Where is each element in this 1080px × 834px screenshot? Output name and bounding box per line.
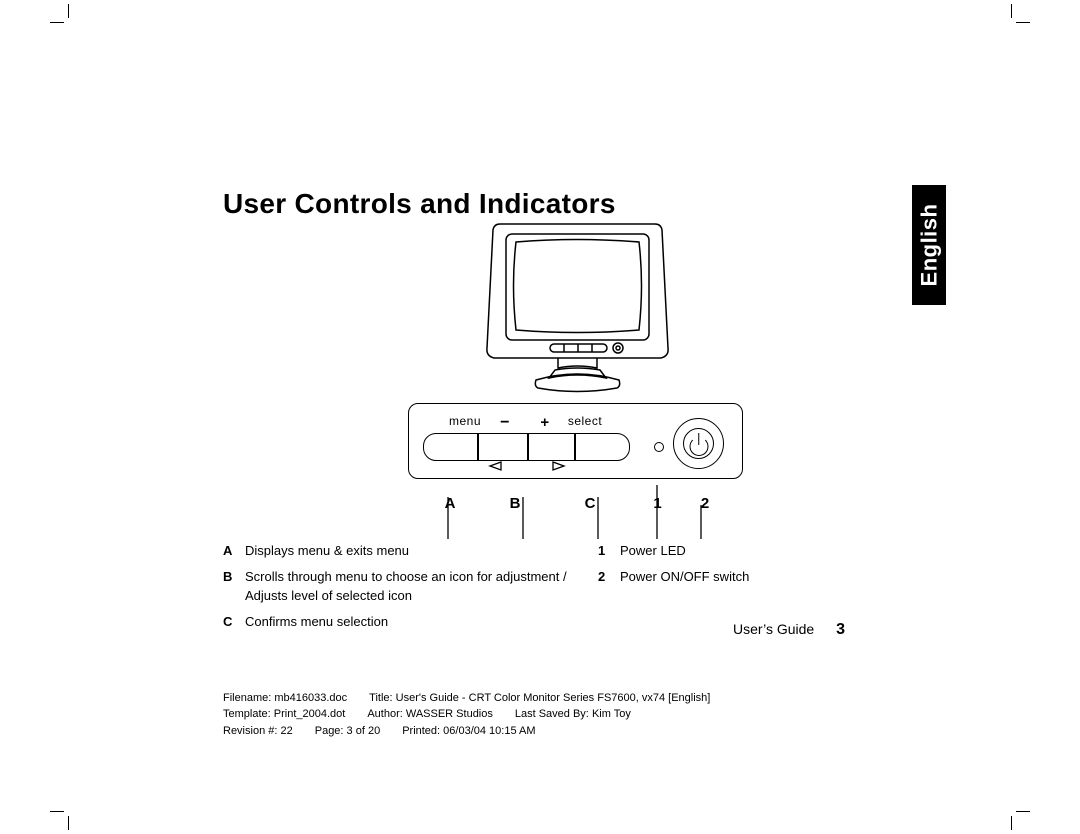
callout-row: A B C 1 2 — [425, 495, 735, 512]
select-button-label: select — [565, 414, 605, 432]
right-arrow-icon — [552, 461, 566, 471]
callout-b: B — [475, 495, 555, 512]
left-arrow-icon — [488, 461, 502, 471]
footer-guide: User’s Guide 3 — [733, 621, 845, 639]
language-tab-label: English — [916, 204, 942, 287]
description-table: ADisplays menu & exits menu BScrolls thr… — [223, 542, 845, 631]
callout-c: C — [555, 495, 625, 512]
desc-1: 1Power LED — [598, 542, 845, 561]
power-led-icon — [654, 442, 664, 452]
menu-button-label: menu — [445, 414, 485, 432]
desc-a: ADisplays menu & exits menu — [223, 542, 578, 561]
language-tab: English — [912, 185, 946, 305]
callout-2: 2 — [690, 495, 720, 512]
document-metadata: Filename: mb416033.doc Title: User's Gui… — [223, 690, 845, 740]
minus-button-label: − — [485, 414, 525, 432]
callout-1: 1 — [625, 495, 690, 512]
page-title: User Controls and Indicators — [223, 188, 616, 220]
desc-b: BScrolls through menu to choose an icon … — [223, 568, 578, 606]
monitor-illustration — [480, 220, 675, 400]
page-content: User Controls and Indicators English — [85, 40, 995, 794]
guide-page: 3 — [836, 621, 845, 638]
guide-label: User’s Guide — [733, 621, 814, 637]
plus-button-label: + — [525, 414, 565, 432]
desc-c: CConfirms menu selection — [223, 613, 578, 632]
power-button-icon — [673, 418, 724, 469]
button-strip — [423, 433, 630, 461]
desc-2: 2Power ON/OFF switch — [598, 568, 845, 587]
callout-a: A — [425, 495, 475, 512]
